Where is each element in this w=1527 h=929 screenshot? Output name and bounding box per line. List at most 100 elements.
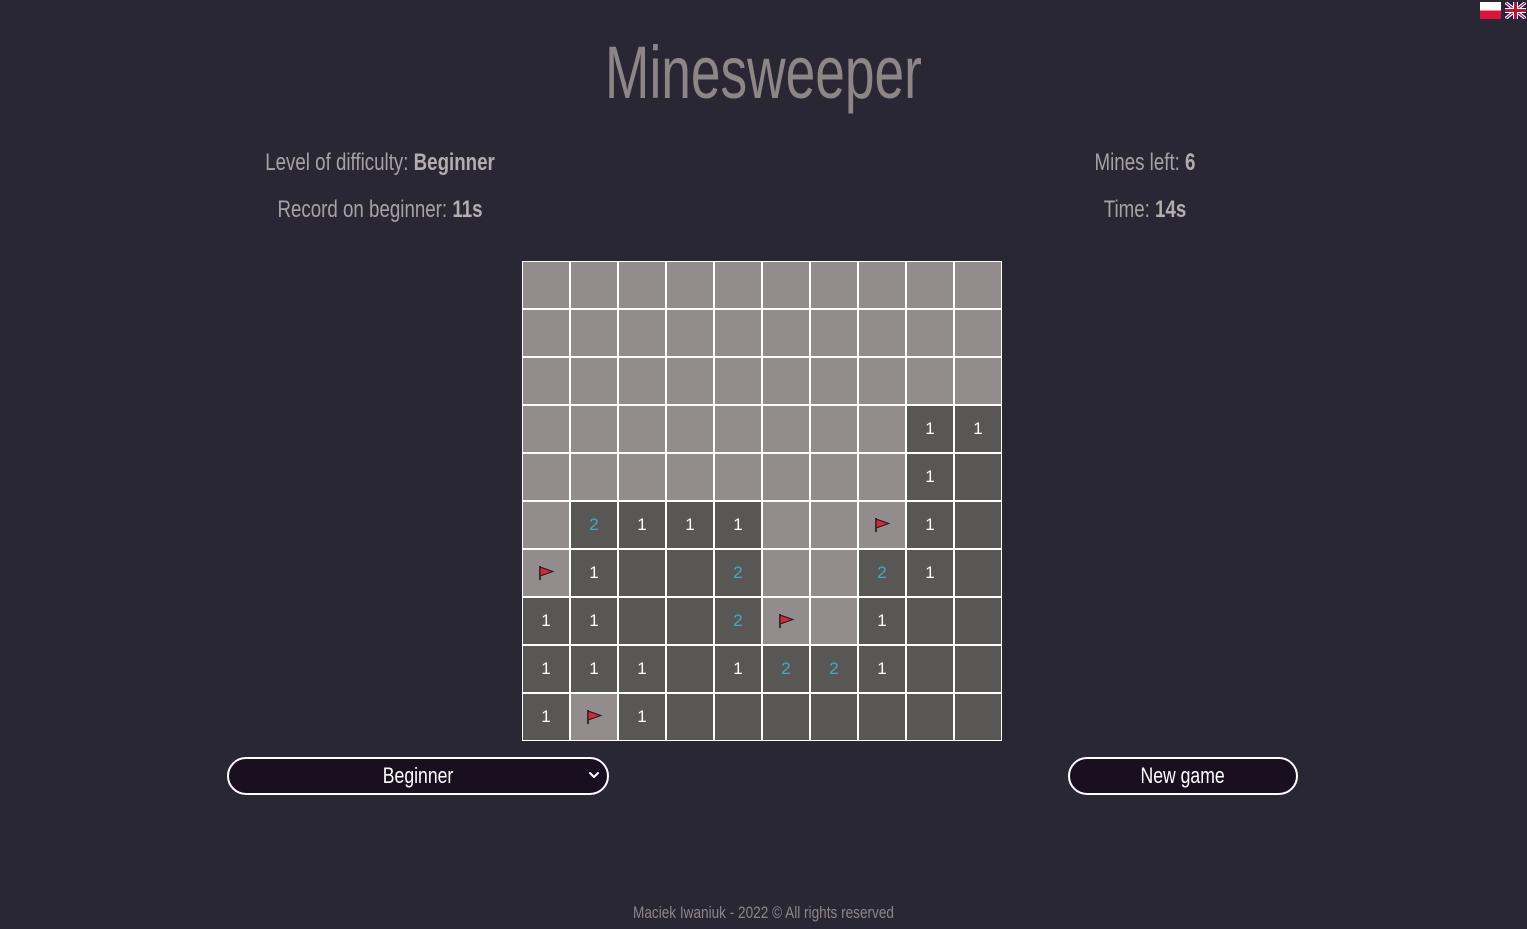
board-cell-r4-c3[interactable] [666,453,714,501]
board-cell-r9-c7[interactable] [858,693,906,741]
board-cell-r0-c8[interactable] [906,261,954,309]
board-cell-r2-c9[interactable] [954,357,1002,405]
board-cell-r6-c8[interactable]: 1 [906,549,954,597]
board-cell-r0-c7[interactable] [858,261,906,309]
board-cell-r7-c3[interactable] [666,597,714,645]
board-cell-r9-c5[interactable] [762,693,810,741]
board-cell-r3-c8[interactable]: 1 [906,405,954,453]
board-cell-r6-c6[interactable] [810,549,858,597]
board-cell-r2-c8[interactable] [906,357,954,405]
board-cell-r3-c6[interactable] [810,405,858,453]
board-cell-r8-c4[interactable]: 1 [714,645,762,693]
board-cell-r2-c7[interactable] [858,357,906,405]
board-cell-r5-c5[interactable] [762,501,810,549]
board-cell-r4-c2[interactable] [618,453,666,501]
board-cell-r5-c2[interactable]: 1 [618,501,666,549]
board-cell-r0-c4[interactable] [714,261,762,309]
board-cell-r9-c6[interactable] [810,693,858,741]
uk-flag-icon[interactable] [1505,2,1526,19]
board-cell-r1-c9[interactable] [954,309,1002,357]
board-cell-r4-c1[interactable] [570,453,618,501]
board-cell-r0-c6[interactable] [810,261,858,309]
board-cell-r8-c6[interactable]: 2 [810,645,858,693]
board-cell-r5-c6[interactable] [810,501,858,549]
board-cell-r6-c1[interactable]: 1 [570,549,618,597]
board-cell-r7-c8[interactable] [906,597,954,645]
board-cell-r7-c9[interactable] [954,597,1002,645]
board-cell-r8-c7[interactable]: 1 [858,645,906,693]
board-cell-r4-c5[interactable] [762,453,810,501]
board-cell-r8-c1[interactable]: 1 [570,645,618,693]
board-cell-r1-c6[interactable] [810,309,858,357]
board-cell-r7-c5[interactable] [762,597,810,645]
board-cell-r9-c1[interactable] [570,693,618,741]
board-cell-r5-c0[interactable] [522,501,570,549]
board-cell-r1-c1[interactable] [570,309,618,357]
board-cell-r7-c6[interactable] [810,597,858,645]
board-cell-r9-c3[interactable] [666,693,714,741]
board-cell-r9-c4[interactable] [714,693,762,741]
board-cell-r5-c8[interactable]: 1 [906,501,954,549]
board-cell-r7-c0[interactable]: 1 [522,597,570,645]
board-cell-r0-c9[interactable] [954,261,1002,309]
board-cell-r4-c9[interactable] [954,453,1002,501]
board-cell-r0-c0[interactable] [522,261,570,309]
board-cell-r2-c4[interactable] [714,357,762,405]
poland-flag-icon[interactable] [1480,2,1501,19]
board-cell-r9-c9[interactable] [954,693,1002,741]
board-cell-r6-c9[interactable] [954,549,1002,597]
board-cell-r9-c8[interactable] [906,693,954,741]
board-cell-r5-c4[interactable]: 1 [714,501,762,549]
board-cell-r3-c9[interactable]: 1 [954,405,1002,453]
board-cell-r3-c4[interactable] [714,405,762,453]
board-cell-r2-c3[interactable] [666,357,714,405]
board-cell-r5-c3[interactable]: 1 [666,501,714,549]
board-cell-r1-c3[interactable] [666,309,714,357]
board-cell-r5-c9[interactable] [954,501,1002,549]
board-cell-r1-c4[interactable] [714,309,762,357]
board-cell-r6-c5[interactable] [762,549,810,597]
board-cell-r6-c3[interactable] [666,549,714,597]
board-cell-r8-c2[interactable]: 1 [618,645,666,693]
board-cell-r3-c3[interactable] [666,405,714,453]
board-cell-r2-c6[interactable] [810,357,858,405]
board-cell-r7-c1[interactable]: 1 [570,597,618,645]
board-cell-r5-c7[interactable] [858,501,906,549]
board-cell-r4-c6[interactable] [810,453,858,501]
board-cell-r1-c5[interactable] [762,309,810,357]
board-cell-r0-c1[interactable] [570,261,618,309]
board-cell-r6-c0[interactable] [522,549,570,597]
board-cell-r1-c2[interactable] [618,309,666,357]
board-cell-r9-c2[interactable]: 1 [618,693,666,741]
board-cell-r8-c8[interactable] [906,645,954,693]
board-cell-r3-c5[interactable] [762,405,810,453]
board-cell-r6-c4[interactable]: 2 [714,549,762,597]
board-cell-r1-c7[interactable] [858,309,906,357]
board-cell-r1-c8[interactable] [906,309,954,357]
board-cell-r3-c0[interactable] [522,405,570,453]
board-cell-r6-c2[interactable] [618,549,666,597]
board-cell-r7-c2[interactable] [618,597,666,645]
board-cell-r8-c5[interactable]: 2 [762,645,810,693]
board-cell-r3-c2[interactable] [618,405,666,453]
board-cell-r4-c7[interactable] [858,453,906,501]
board-cell-r0-c3[interactable] [666,261,714,309]
board-cell-r4-c4[interactable] [714,453,762,501]
board-cell-r3-c7[interactable] [858,405,906,453]
board-cell-r7-c7[interactable]: 1 [858,597,906,645]
new-game-button[interactable]: New game [1068,757,1298,795]
board-cell-r3-c1[interactable] [570,405,618,453]
board-cell-r2-c1[interactable] [570,357,618,405]
board-cell-r8-c3[interactable] [666,645,714,693]
difficulty-select[interactable]: Beginner [227,757,609,795]
board-cell-r8-c9[interactable] [954,645,1002,693]
board-cell-r2-c2[interactable] [618,357,666,405]
board-cell-r5-c1[interactable]: 2 [570,501,618,549]
board-cell-r7-c4[interactable]: 2 [714,597,762,645]
board-cell-r6-c7[interactable]: 2 [858,549,906,597]
board-cell-r0-c2[interactable] [618,261,666,309]
board-cell-r4-c8[interactable]: 1 [906,453,954,501]
board-cell-r4-c0[interactable] [522,453,570,501]
board-cell-r2-c0[interactable] [522,357,570,405]
board-cell-r8-c0[interactable]: 1 [522,645,570,693]
